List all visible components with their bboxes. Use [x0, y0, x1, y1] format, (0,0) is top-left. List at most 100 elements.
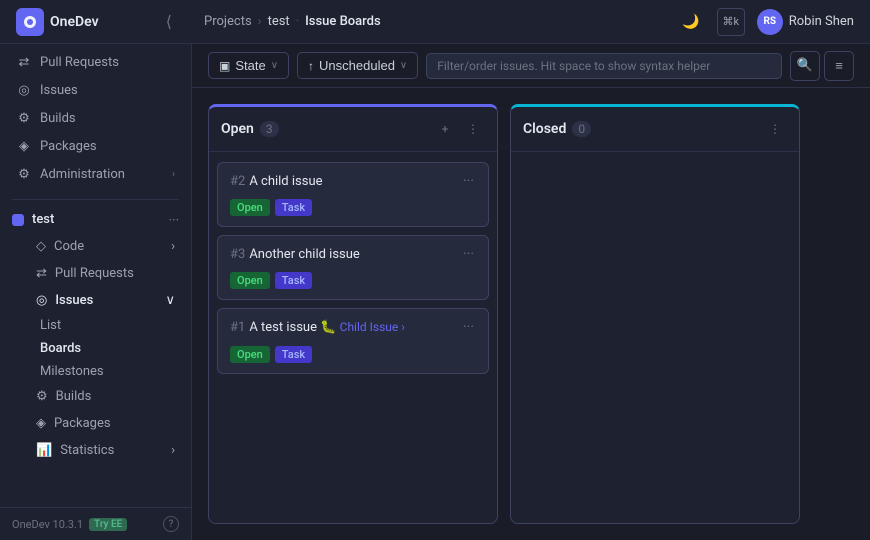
version-bar: OneDev 10.3.1 Try EE ? — [0, 507, 191, 540]
column-body-open: #2A child issue ··· Open Task — [209, 152, 497, 523]
sidebar-label-project-packages: Packages — [54, 416, 111, 431]
board-area: Open 3 + ⋮ #2A child issue ··· — [192, 88, 870, 540]
tag-open: Open — [230, 199, 270, 216]
issue-card-3[interactable]: #3Another child issue ··· Open Task — [217, 235, 489, 300]
issue-card-1-num: #1 — [230, 320, 245, 335]
sidebar-label-code: Code — [54, 239, 84, 254]
project-issues-icon: ◎ — [36, 293, 47, 308]
sidebar-item-builds[interactable]: ⚙ Builds — [4, 105, 187, 132]
filter-input[interactable]: Filter/order issues. Hit space to show s… — [426, 53, 782, 79]
column-body-closed — [511, 152, 799, 523]
column-header-closed: Closed 0 ⋮ — [511, 107, 799, 152]
sidebar-item-pull-requests[interactable]: ⇄ Pull Requests — [4, 49, 187, 76]
state-filter-chevron-icon: ∨ — [271, 60, 278, 71]
keyboard-shortcuts-button[interactable]: ⌘k — [717, 8, 745, 36]
sidebar: ⇄ Pull Requests ◎ Issues ⚙ Builds ◈ Pack… — [0, 44, 192, 540]
breadcrumb-sep1: › — [258, 14, 262, 29]
schedule-filter-chevron-icon: ∨ — [400, 60, 407, 71]
breadcrumb-projects[interactable]: Projects — [204, 14, 252, 29]
board-column-open: Open 3 + ⋮ #2A child issue ··· — [208, 104, 498, 524]
sidebar-item-administration[interactable]: ⚙ Administration › — [4, 161, 187, 188]
main-layout: ⇄ Pull Requests ◎ Issues ⚙ Builds ◈ Pack… — [0, 44, 870, 540]
sidebar-item-list[interactable]: List — [0, 314, 191, 337]
sidebar-item-issues[interactable]: ◎ Issues — [4, 77, 187, 104]
issue-card-1[interactable]: #1A test issue 🐛 Child Issue › ··· Open … — [217, 308, 489, 373]
tag-task: Task — [275, 199, 312, 216]
breadcrumb-sep2: · — [296, 14, 299, 29]
issue-card-2[interactable]: #2A child issue ··· Open Task — [217, 162, 489, 227]
column-header-open: Open 3 + ⋮ — [209, 107, 497, 152]
sidebar-label-project-issues: Issues — [55, 293, 93, 308]
sidebar-label-pull-requests: Pull Requests — [40, 55, 175, 70]
issue-card-3-more-button[interactable]: ··· — [461, 246, 476, 262]
tag-open-1: Open — [230, 346, 270, 363]
issue-card-3-header: #3Another child issue ··· — [230, 246, 476, 264]
issue-card-3-tags: Open Task — [230, 272, 476, 289]
top-header: OneDev ⟨ Projects › test · Issue Boards … — [0, 0, 870, 44]
project-builds-icon: ⚙ — [36, 389, 48, 404]
sidebar-item-statistics[interactable]: 📊 Statistics › — [4, 438, 187, 463]
content-area: ▣ State ∨ ↑ Unscheduled ∨ Filter/order i… — [192, 44, 870, 540]
project-dots-menu[interactable]: ··· — [169, 213, 179, 227]
sidebar-label-packages: Packages — [40, 139, 175, 154]
schedule-filter-label: Unscheduled — [319, 58, 395, 73]
logo-area[interactable]: OneDev ⟨ — [16, 8, 172, 36]
sidebar-item-project-issues[interactable]: ◎ Issues ∨ — [4, 288, 187, 313]
admin-chevron-icon: › — [172, 169, 175, 180]
schedule-filter-button[interactable]: ↑ Unscheduled ∨ — [297, 52, 418, 79]
help-button[interactable]: ? — [163, 516, 179, 532]
issue-card-1-header: #1A test issue 🐛 Child Issue › ··· — [230, 319, 476, 337]
toolbar: ▣ State ∨ ↑ Unscheduled ∨ Filter/order i… — [192, 44, 870, 88]
dark-mode-button[interactable]: 🌙 — [677, 8, 705, 36]
tag-task-3: Task — [275, 272, 312, 289]
column-count-closed: 0 — [572, 121, 591, 137]
sidebar-item-project-pull-requests[interactable]: ⇄ Pull Requests — [4, 261, 187, 286]
collapse-sidebar-button[interactable]: ⟨ — [166, 12, 172, 31]
statistics-icon: 📊 — [36, 443, 52, 458]
sidebar-label-project-pull-requests: Pull Requests — [55, 266, 134, 281]
avatar: RS — [757, 9, 783, 35]
column-title-closed: Closed — [523, 121, 566, 137]
column-actions-closed: ⋮ — [763, 117, 787, 141]
issues-chevron-icon: ∨ — [165, 293, 175, 308]
sidebar-project-name-label: test — [32, 212, 54, 227]
sidebar-project-header[interactable]: test ··· — [0, 206, 191, 233]
issue-card-3-num: #3 — [230, 247, 245, 262]
list-view-button[interactable]: ≡ — [824, 51, 854, 81]
sidebar-divider-1 — [12, 199, 179, 200]
sidebar-item-code[interactable]: ◇ Code › — [4, 234, 187, 259]
child-issue-link[interactable]: Child Issue › — [340, 320, 405, 334]
sidebar-label-project-builds: Builds — [56, 389, 92, 404]
sidebar-item-milestones[interactable]: Milestones — [0, 360, 191, 383]
state-filter-button[interactable]: ▣ State ∨ — [208, 52, 289, 79]
breadcrumb-current: Issue Boards — [305, 14, 381, 29]
issue-card-2-num: #2 — [230, 174, 245, 189]
sidebar-item-packages[interactable]: ◈ Packages — [4, 133, 187, 160]
breadcrumb-project[interactable]: test — [268, 14, 290, 29]
schedule-filter-icon: ↑ — [308, 59, 314, 73]
add-issue-button[interactable]: + — [433, 117, 457, 141]
issue-card-1-more-button[interactable]: ··· — [461, 319, 476, 335]
column-menu-button-closed[interactable]: ⋮ — [763, 117, 787, 141]
project-packages-icon: ◈ — [36, 416, 46, 431]
tag-task-1: Task — [275, 346, 312, 363]
pull-requests-icon: ⇄ — [16, 55, 32, 70]
code-chevron-icon: › — [171, 239, 175, 254]
column-title-open: Open — [221, 121, 254, 137]
try-ee-badge[interactable]: Try EE — [89, 518, 127, 531]
search-button[interactable]: 🔍 — [790, 51, 820, 81]
issue-card-1-title: #1A test issue 🐛 Child Issue › — [230, 319, 405, 337]
user-menu[interactable]: RS Robin Shen — [757, 9, 854, 35]
column-menu-button[interactable]: ⋮ — [461, 117, 485, 141]
user-name: Robin Shen — [789, 14, 854, 29]
toolbar-action-icons: 🔍 ≡ — [790, 51, 854, 81]
state-filter-label: State — [235, 58, 265, 73]
sidebar-item-boards[interactable]: Boards — [0, 337, 191, 360]
sidebar-item-project-packages[interactable]: ◈ Packages — [4, 411, 187, 436]
board-column-closed: Closed 0 ⋮ — [510, 104, 800, 524]
issue-card-2-more-button[interactable]: ··· — [461, 173, 476, 189]
sidebar-label-issues: Issues — [40, 83, 175, 98]
issue-card-3-title: #3Another child issue — [230, 246, 360, 264]
issue-card-1-tags: Open Task — [230, 346, 476, 363]
sidebar-item-project-builds[interactable]: ⚙ Builds — [4, 384, 187, 409]
